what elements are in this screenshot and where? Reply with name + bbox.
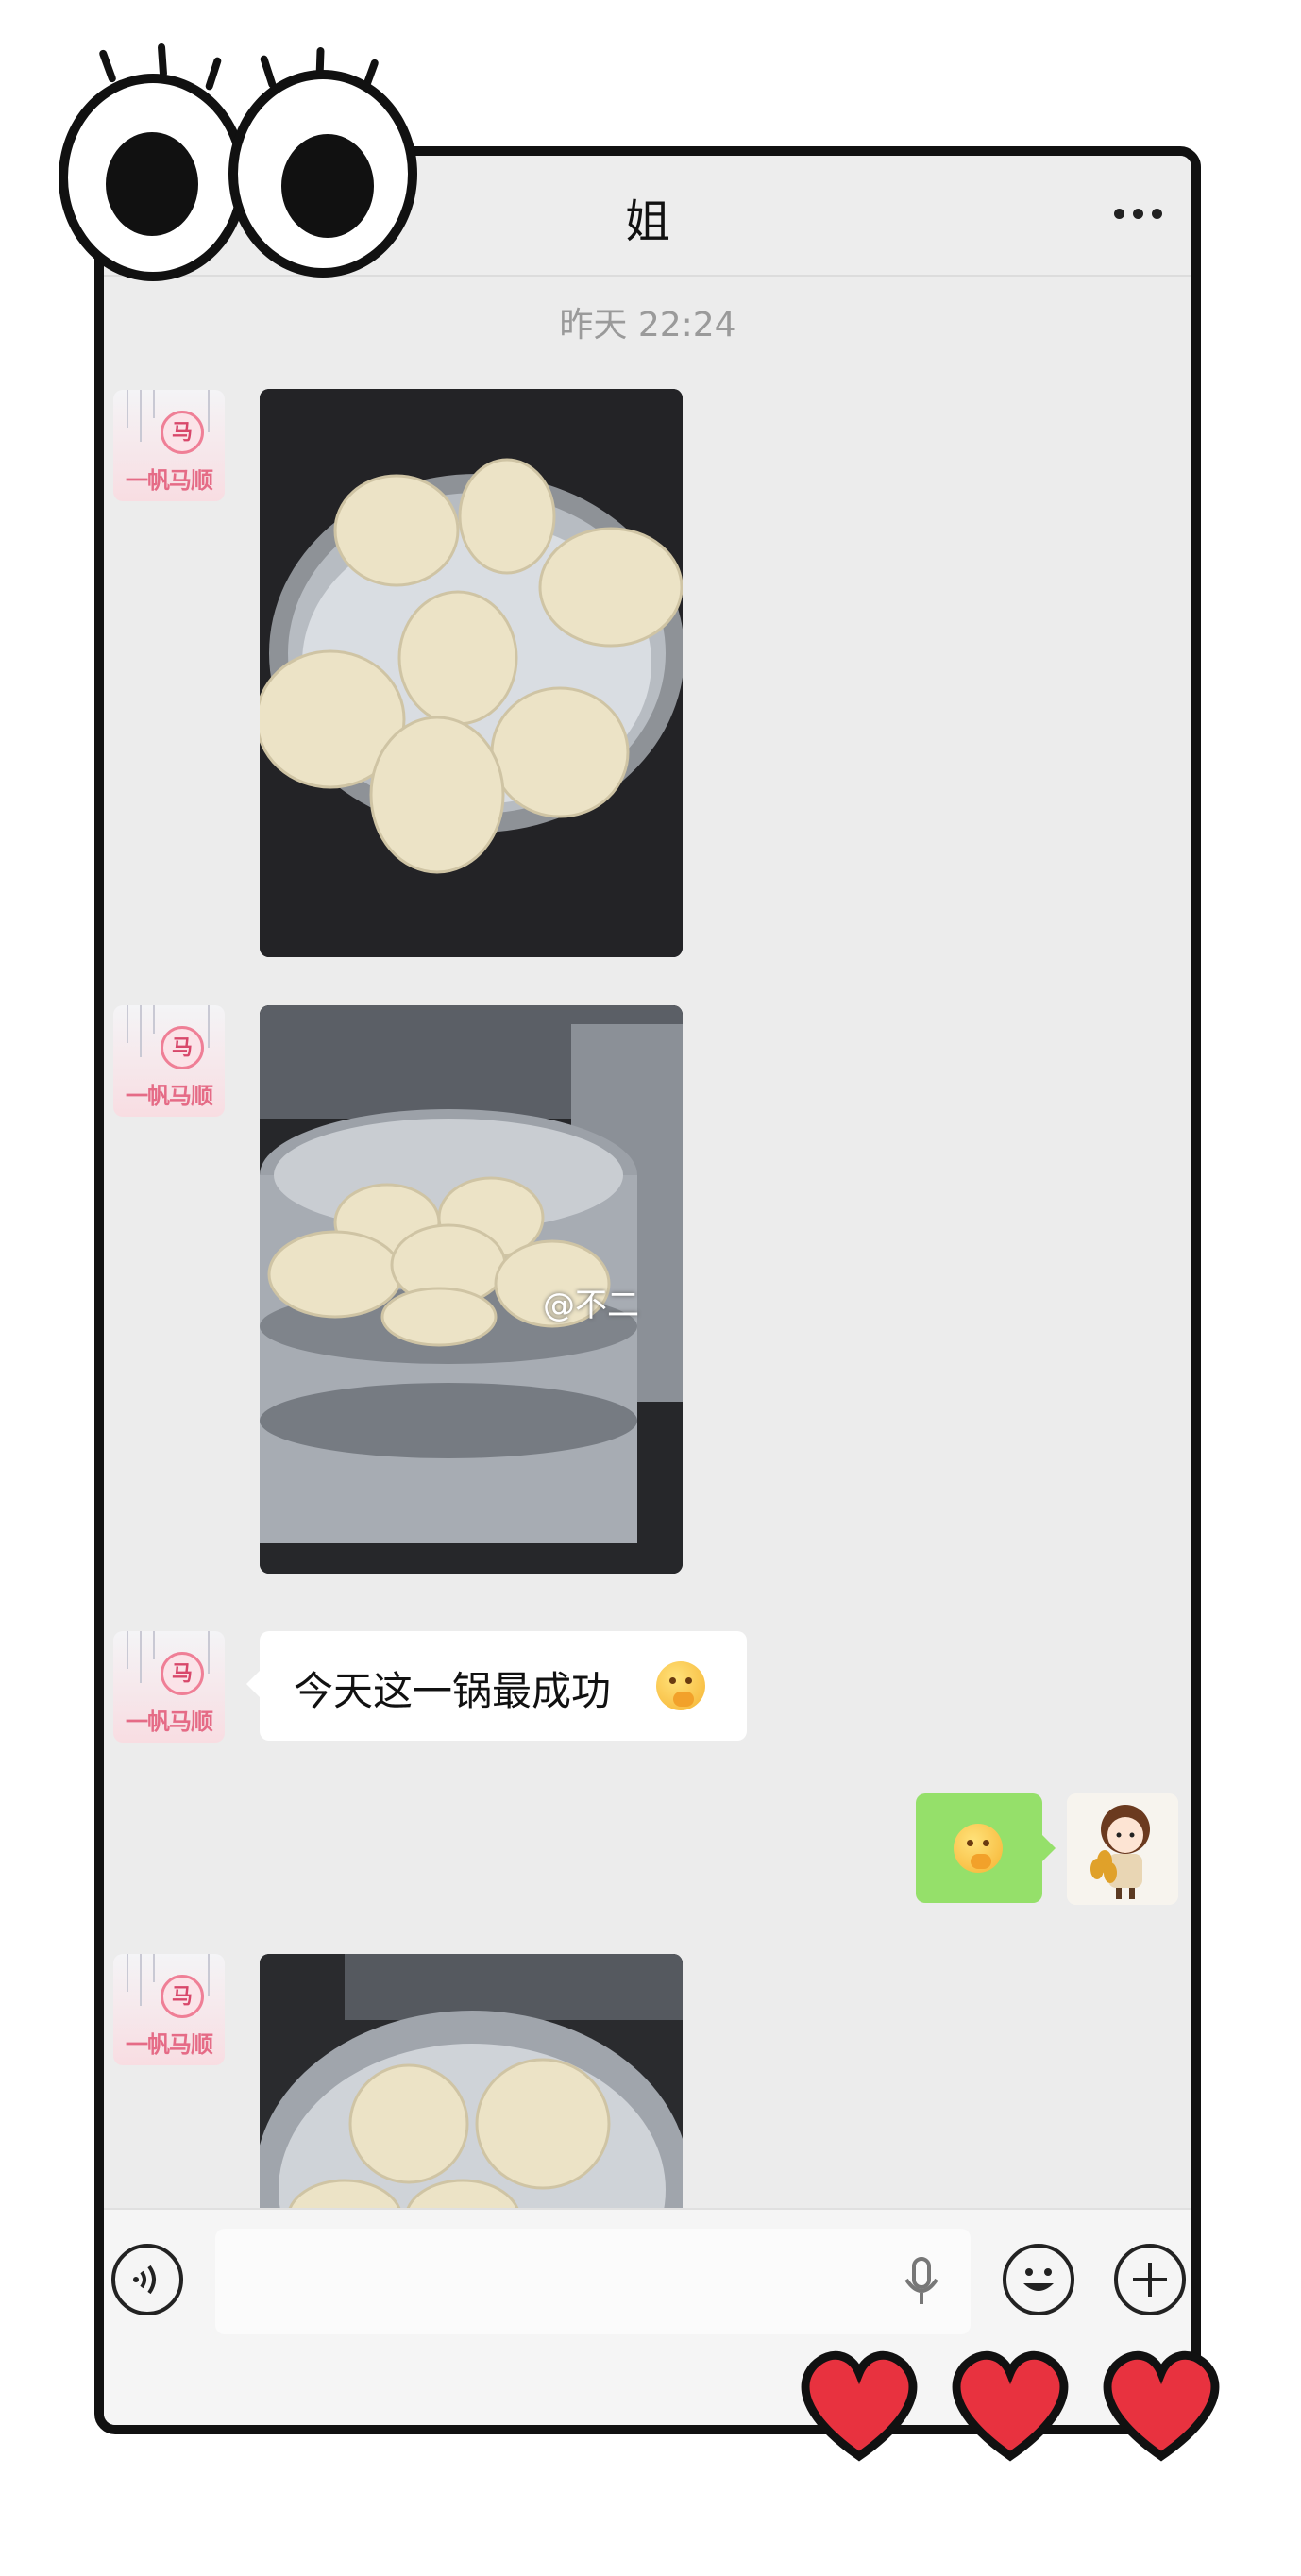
avatar-label: 一帆马顺	[126, 1083, 213, 1109]
heart-icon	[1103, 2350, 1220, 2462]
avatar-label: 一帆马顺	[126, 1709, 213, 1735]
emoji-icon[interactable]	[1003, 2244, 1074, 2315]
avatar-label: 一帆马顺	[126, 467, 213, 494]
steamed-buns-photo	[260, 389, 683, 957]
more-options-icon[interactable]	[1114, 209, 1163, 222]
heart-icon	[801, 2350, 918, 2462]
heart-icon	[952, 2350, 1069, 2462]
steamed-buns-photo	[260, 1954, 683, 2218]
image-message[interactable]	[260, 389, 683, 957]
message-text: 今天这一锅最成功	[294, 1668, 612, 1714]
microphone-icon[interactable]	[903, 2255, 940, 2308]
girl-avatar-icon	[1067, 1793, 1178, 1905]
message-timestamp: 昨天 22:24	[559, 306, 736, 345]
contact-avatar[interactable]: 马 一帆马顺	[113, 1005, 225, 1117]
avatar-label: 一帆马顺	[126, 2031, 213, 2058]
watermark-label: @不二	[543, 1287, 639, 1324]
face-emoji-icon	[954, 1824, 1003, 1873]
image-message[interactable]: @不二	[260, 1005, 683, 1574]
contact-avatar[interactable]: 马 一帆马顺	[113, 1631, 225, 1743]
thinking-face-icon	[656, 1661, 705, 1710]
voice-toggle-icon[interactable]	[111, 2244, 183, 2315]
image-message[interactable]	[260, 1954, 683, 2218]
text-message-bubble[interactable]: 今天这一锅最成功	[246, 1631, 747, 1741]
add-more-icon[interactable]	[1114, 2244, 1186, 2315]
contact-avatar[interactable]: 马 一帆马顺	[113, 1954, 225, 2065]
my-emoji-bubble[interactable]	[916, 1793, 1056, 1903]
message-input[interactable]	[215, 2229, 971, 2334]
my-avatar[interactable]	[1067, 1793, 1178, 1905]
chat-window: 姐 昨天 22:24 马 一帆马顺 马 一帆马顺 @不二 马 一帆马顺 今天这一…	[94, 146, 1201, 2434]
contact-avatar[interactable]: 马 一帆马顺	[113, 390, 225, 501]
